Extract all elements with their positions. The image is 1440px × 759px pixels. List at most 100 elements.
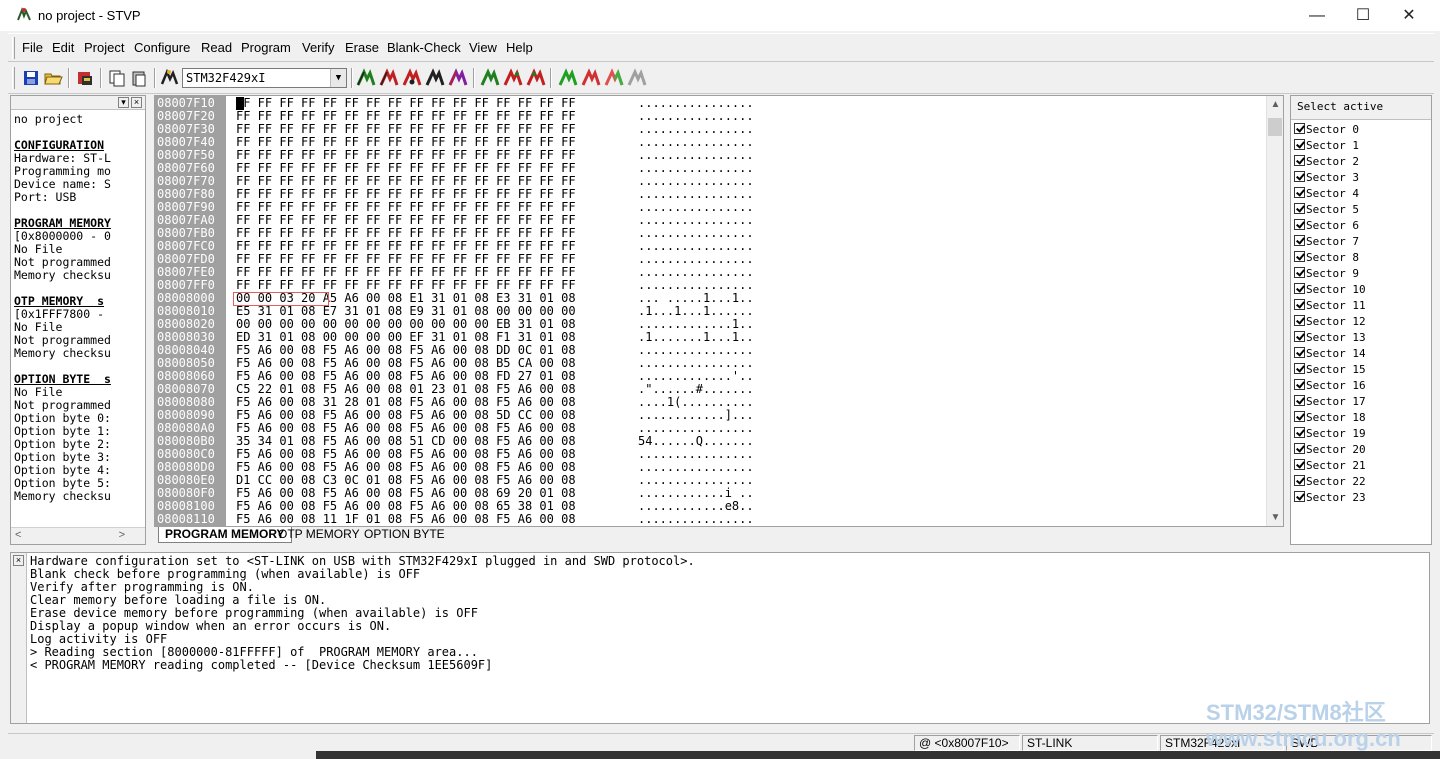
- toolbar-separator: [100, 68, 102, 88]
- sector-checkbox[interactable]: Sector 12: [1294, 315, 1366, 331]
- scroll-up-icon[interactable]: ▲: [1267, 96, 1283, 113]
- checkbox-checked-icon[interactable]: [1294, 315, 1305, 326]
- checkbox-checked-icon[interactable]: [1294, 363, 1305, 374]
- close-icon[interactable]: ×: [131, 97, 142, 108]
- title-bar: no project - STVP — ☐ ✕: [0, 0, 1440, 31]
- sector-checkbox[interactable]: Sector 16: [1294, 379, 1366, 395]
- checkbox-checked-icon[interactable]: [1294, 491, 1305, 502]
- option-byte-icon[interactable]: [603, 67, 625, 89]
- program-all-icon[interactable]: [424, 67, 446, 89]
- checkbox-checked-icon[interactable]: [1294, 155, 1305, 166]
- hex-memory-view[interactable]: 08007F10 FF FF FF FF FF FF FF FF FF FF FF…: [154, 95, 1284, 527]
- menu-edit[interactable]: Edit: [52, 40, 74, 55]
- sector-checkbox[interactable]: Sector 11: [1294, 299, 1366, 315]
- erase-all-icon[interactable]: [525, 67, 547, 89]
- checkbox-checked-icon[interactable]: [1294, 283, 1305, 294]
- checkbox-checked-icon[interactable]: [1294, 347, 1305, 358]
- sector-checkbox[interactable]: Sector 1: [1294, 139, 1359, 155]
- paste-icon[interactable]: [128, 67, 150, 89]
- copy-icon[interactable]: [106, 67, 128, 89]
- checkbox-checked-icon[interactable]: [1294, 267, 1305, 278]
- save-icon[interactable]: [20, 67, 42, 89]
- sector-checkbox[interactable]: Sector 7: [1294, 235, 1359, 251]
- sector-checkbox[interactable]: Sector 15: [1294, 363, 1366, 379]
- scroll-right-icon[interactable]: >: [119, 529, 125, 541]
- horizontal-scrollbar[interactable]: < >: [11, 527, 145, 544]
- vertical-scrollbar[interactable]: ▲ ▼: [1266, 96, 1283, 526]
- checkbox-checked-icon[interactable]: [1294, 187, 1305, 198]
- sector-checkbox[interactable]: Sector 14: [1294, 347, 1366, 363]
- tab-otp-memory[interactable]: OTP MEMORY: [272, 527, 366, 543]
- menu-file[interactable]: File: [22, 40, 43, 55]
- sector-checkbox[interactable]: Sector 18: [1294, 411, 1366, 427]
- checkbox-checked-icon[interactable]: [1294, 475, 1305, 486]
- checkbox-checked-icon[interactable]: [1294, 299, 1305, 310]
- sector-checkbox[interactable]: Sector 20: [1294, 443, 1366, 459]
- toolbar-separator: [154, 68, 156, 88]
- checkbox-checked-icon[interactable]: [1294, 219, 1305, 230]
- checkbox-checked-icon[interactable]: [1294, 139, 1305, 150]
- sector-checkbox[interactable]: Sector 21: [1294, 459, 1366, 475]
- toolbar-grip[interactable]: [12, 67, 15, 89]
- sector-checkbox[interactable]: Sector 6: [1294, 219, 1359, 235]
- menu-view[interactable]: View: [469, 40, 497, 55]
- read-all-icon[interactable]: [378, 67, 400, 89]
- checkbox-checked-icon[interactable]: [1294, 203, 1305, 214]
- blank-check-all-icon[interactable]: [580, 67, 602, 89]
- close-icon[interactable]: ×: [13, 555, 24, 566]
- device-select[interactable]: STM32F429xI ▼: [182, 68, 347, 88]
- checkbox-checked-icon[interactable]: [1294, 331, 1305, 342]
- menu-configure[interactable]: Configure: [134, 40, 190, 55]
- menu-program[interactable]: Program: [241, 40, 291, 55]
- close-button[interactable]: ✕: [1386, 0, 1432, 31]
- sector-checkbox[interactable]: Sector 4: [1294, 187, 1359, 203]
- maximize-button[interactable]: ☐: [1340, 0, 1386, 31]
- project-icon[interactable]: [74, 67, 96, 89]
- sector-checkbox[interactable]: Sector 0: [1294, 123, 1359, 139]
- sector-checkbox[interactable]: Sector 2: [1294, 155, 1359, 171]
- sector-checkbox[interactable]: Sector 10: [1294, 283, 1366, 299]
- read-current-tab-icon[interactable]: [355, 67, 377, 89]
- menu-verify[interactable]: Verify: [302, 40, 335, 55]
- checkbox-checked-icon[interactable]: [1294, 459, 1305, 470]
- checkbox-checked-icon[interactable]: [1294, 411, 1305, 422]
- minimize-button[interactable]: —: [1294, 0, 1340, 31]
- erase-current-tab-icon[interactable]: [502, 67, 524, 89]
- checkbox-checked-icon[interactable]: [1294, 251, 1305, 262]
- menu-blank-check[interactable]: Blank-Check: [387, 40, 461, 55]
- menu-read[interactable]: Read: [201, 40, 232, 55]
- checkbox-checked-icon[interactable]: [1294, 235, 1305, 246]
- tab-option-byte[interactable]: OPTION BYTE: [358, 527, 451, 543]
- checkbox-checked-icon[interactable]: [1294, 123, 1305, 134]
- blank-check-current-tab-icon[interactable]: [557, 67, 579, 89]
- sector-checkbox[interactable]: Sector 22: [1294, 475, 1366, 491]
- sector-checkbox[interactable]: Sector 9: [1294, 267, 1359, 283]
- sector-checkbox[interactable]: Sector 8: [1294, 251, 1359, 267]
- checkbox-checked-icon[interactable]: [1294, 427, 1305, 438]
- sector-checkbox[interactable]: Sector 17: [1294, 395, 1366, 411]
- sector-checkbox[interactable]: Sector 3: [1294, 171, 1359, 187]
- program-current-tab-icon[interactable]: [401, 67, 423, 89]
- sector-checkbox[interactable]: Sector 5: [1294, 203, 1359, 219]
- menu-help[interactable]: Help: [506, 40, 533, 55]
- menu-erase[interactable]: Erase: [345, 40, 379, 55]
- scroll-thumb[interactable]: [1268, 118, 1282, 136]
- scroll-down-icon[interactable]: ▼: [1267, 509, 1283, 526]
- checkbox-checked-icon[interactable]: [1294, 443, 1305, 454]
- sector-checkbox[interactable]: Sector 19: [1294, 427, 1366, 443]
- window-title: no project - STVP: [38, 8, 141, 23]
- chevron-down-icon[interactable]: ▾: [118, 97, 129, 108]
- menu-project[interactable]: Project: [84, 40, 124, 55]
- chevron-down-icon[interactable]: ▼: [330, 69, 346, 87]
- menubar-grip[interactable]: [12, 37, 15, 59]
- checkbox-checked-icon[interactable]: [1294, 379, 1305, 390]
- verify-current-tab-icon[interactable]: [447, 67, 469, 89]
- checkbox-checked-icon[interactable]: [1294, 171, 1305, 182]
- verify-all-icon[interactable]: [479, 67, 501, 89]
- checkbox-checked-icon[interactable]: [1294, 395, 1305, 406]
- sector-label: Sector 19: [1306, 427, 1366, 440]
- sector-checkbox[interactable]: Sector 23: [1294, 491, 1366, 507]
- scroll-left-icon[interactable]: <: [15, 529, 21, 541]
- sector-checkbox[interactable]: Sector 13: [1294, 331, 1366, 347]
- open-folder-icon[interactable]: [42, 67, 64, 89]
